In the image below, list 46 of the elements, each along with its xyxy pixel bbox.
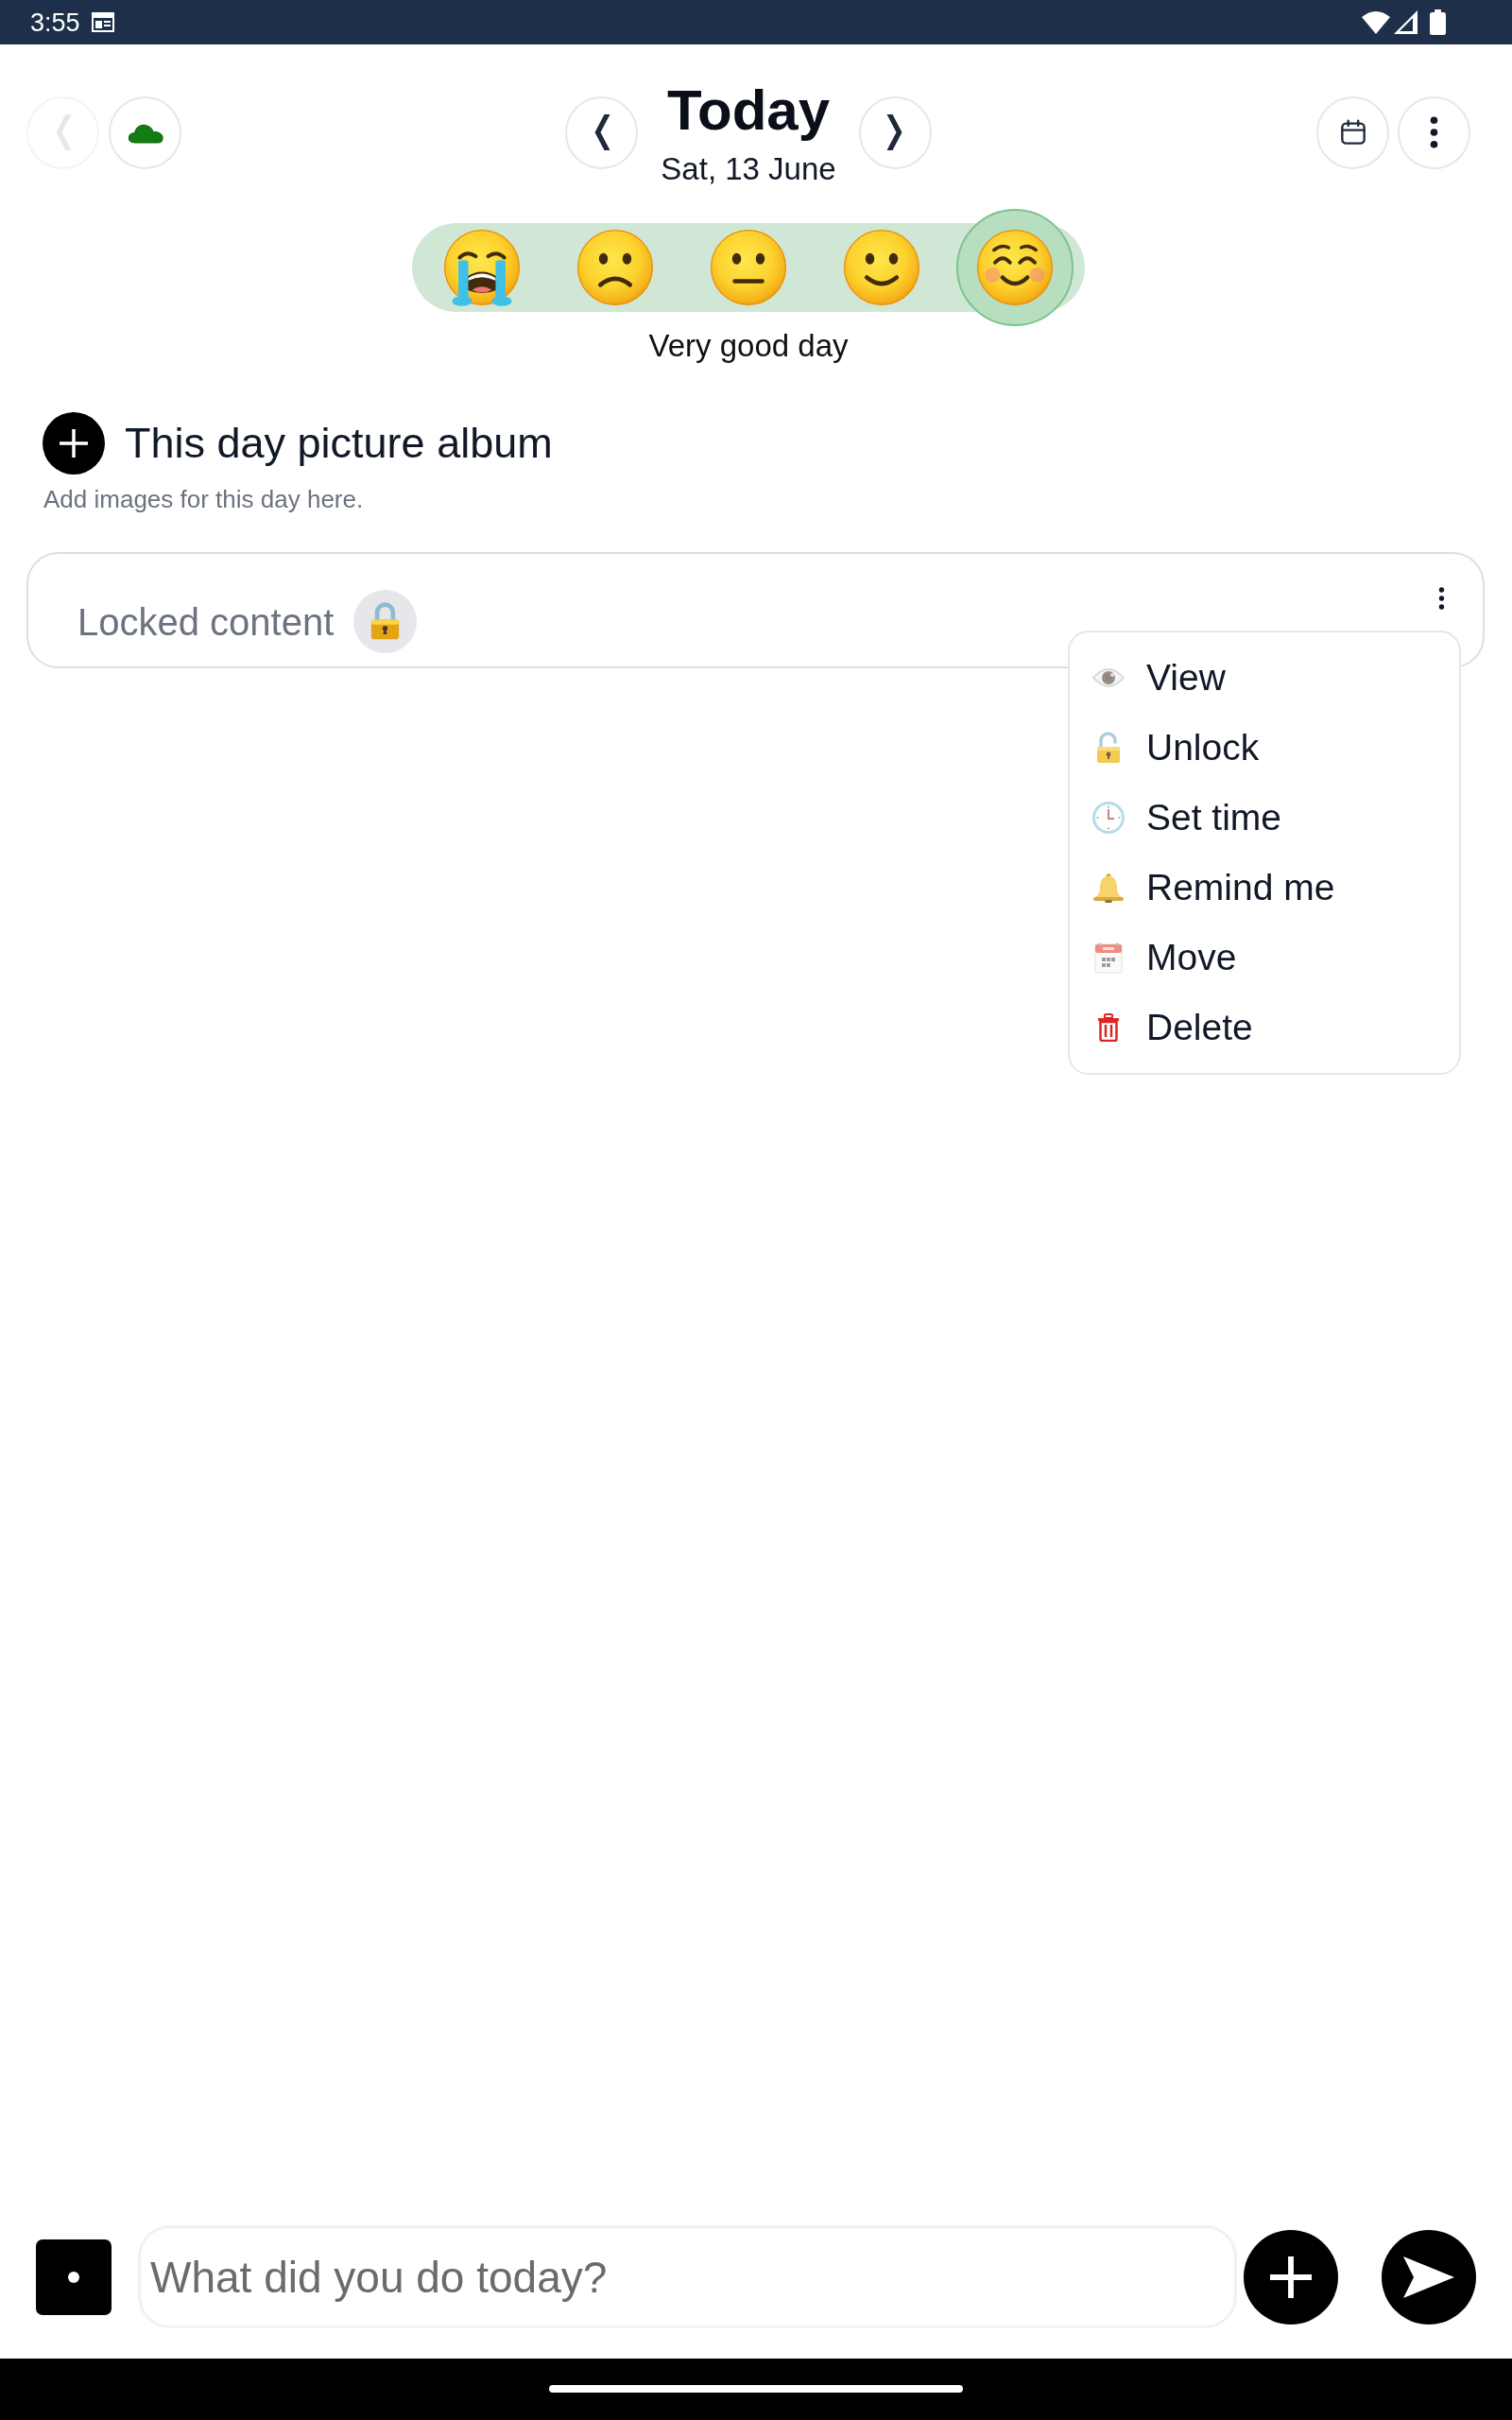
album-hint: Add images for this day here. xyxy=(43,484,365,514)
battery-icon xyxy=(1430,9,1446,35)
dot-button[interactable] xyxy=(36,2238,112,2315)
eye-icon xyxy=(1092,668,1125,687)
menu-item[interactable]: View xyxy=(1070,643,1459,713)
chevron-left-icon xyxy=(593,114,610,150)
mood-option[interactable] xyxy=(442,228,522,307)
mood-option[interactable] xyxy=(576,228,655,307)
locked-content-label: Locked content xyxy=(77,599,335,645)
clock-icon xyxy=(1092,802,1125,834)
neutral-face-icon xyxy=(709,228,788,307)
frowning-face-icon xyxy=(576,228,655,307)
menu-item[interactable]: Set time xyxy=(1070,783,1459,853)
status-time: 3:55 xyxy=(30,7,80,38)
date-label: Sat, 13 June xyxy=(661,154,836,184)
menu-item[interactable]: Delete xyxy=(1070,993,1459,1063)
bell-icon xyxy=(1092,873,1125,903)
crying-face-icon xyxy=(442,228,522,307)
menu-item[interactable]: Move xyxy=(1070,923,1459,993)
mood-option[interactable] xyxy=(709,228,788,307)
plus-icon xyxy=(1270,2256,1312,2298)
album-title: This day picture album xyxy=(125,418,553,469)
padlock-icon xyxy=(353,590,418,653)
smiling-face-icon xyxy=(842,228,921,307)
chevron-left-icon xyxy=(54,114,72,150)
notification-icon xyxy=(91,12,114,32)
chevron-right-icon xyxy=(886,114,904,150)
mood-label: Very good day xyxy=(648,327,849,365)
calendar-icon xyxy=(1094,942,1123,974)
open-padlock-icon xyxy=(1096,732,1121,764)
wifi-icon xyxy=(1362,10,1390,34)
more-icon xyxy=(1438,587,1445,610)
entry-input[interactable]: What did you do today? xyxy=(138,2225,1237,2328)
send-icon xyxy=(1403,2256,1454,2298)
signal-icon xyxy=(1394,10,1418,34)
trash-icon xyxy=(1097,1013,1120,1042)
dot-icon xyxy=(68,2271,79,2283)
mood-option[interactable] xyxy=(842,228,921,307)
blushing-face-icon xyxy=(975,228,1055,307)
menu-item[interactable]: Unlock xyxy=(1070,713,1459,783)
day-title: Today xyxy=(666,80,831,141)
calendar-icon xyxy=(1339,119,1366,146)
menu-item[interactable]: Remind me xyxy=(1070,853,1459,923)
more-icon xyxy=(1430,116,1438,148)
plus-icon xyxy=(60,429,88,458)
home-handle[interactable] xyxy=(549,2385,963,2393)
